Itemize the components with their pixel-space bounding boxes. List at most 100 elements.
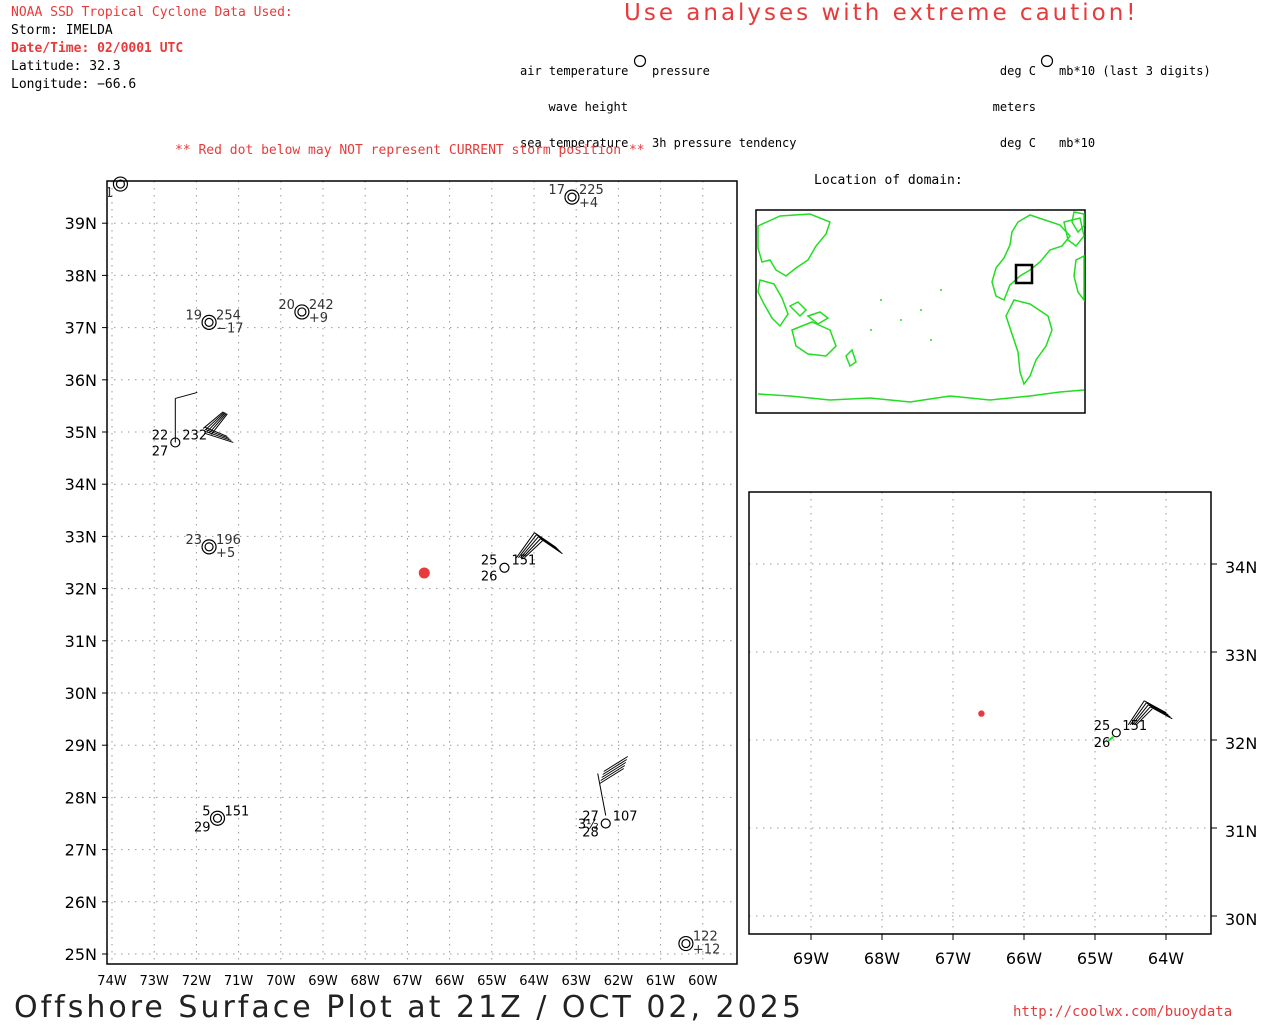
buoy-outer-ring bbox=[678, 935, 694, 952]
buoy-inner-ring bbox=[204, 542, 214, 552]
lat-label: 27N bbox=[65, 841, 97, 860]
legend-station-circle-units bbox=[1040, 54, 1054, 68]
zoom-map-axis-labels: 30N 31N 32N 33N 34N 69W 68W 67W 66W 65W 64W bbox=[793, 558, 1257, 968]
buoy-outer-ring bbox=[564, 189, 580, 205]
lon-label: 73W bbox=[139, 974, 169, 989]
lon-label: 61W bbox=[646, 974, 676, 989]
lon-label: 60W bbox=[688, 974, 718, 989]
station-plot: 23 196+5 bbox=[186, 533, 241, 561]
zoom-wind-barb-feather bbox=[1150, 706, 1173, 720]
lat-label: 33N bbox=[65, 527, 97, 546]
lon-label: 69W bbox=[308, 974, 338, 989]
zoom-lon-label: 64W bbox=[1148, 949, 1184, 968]
storm-position-dot bbox=[418, 567, 430, 579]
lat-label: 34N bbox=[65, 475, 97, 494]
buoy-inner-ring bbox=[204, 317, 214, 327]
lat-label: 36N bbox=[65, 371, 97, 390]
wave-height-value: 3½ bbox=[578, 818, 599, 833]
lon-label: 64W bbox=[519, 974, 549, 989]
lat-label: 32N bbox=[65, 580, 97, 599]
lon-label: 70W bbox=[266, 974, 296, 989]
pressure-tendency-value: +12 bbox=[693, 943, 720, 958]
buoy-outer-ring bbox=[209, 810, 226, 826]
zoom-lon-label: 66W bbox=[1006, 949, 1042, 968]
station-plot: 122+12 bbox=[678, 930, 720, 958]
station-plot: 25 15126 bbox=[481, 532, 563, 585]
lat-label: 30N bbox=[65, 684, 97, 703]
lon-label: 65W bbox=[477, 974, 507, 989]
lon-label: 72W bbox=[182, 974, 212, 989]
main-map-axis-labels: 25N 26N 27N 28N 29N 30N 31N 32N 33N 34N 35N 36N 37N 3… bbox=[65, 214, 718, 989]
sea-temperature-value: 27 bbox=[152, 444, 169, 459]
zoom-lat-label: 34N bbox=[1225, 558, 1257, 577]
buoy-inner-ring bbox=[567, 192, 577, 202]
lat-label: 28N bbox=[65, 788, 97, 807]
zoom-lon-label: 69W bbox=[793, 949, 829, 968]
ship-station-circle bbox=[600, 818, 611, 829]
zoom-wind-barb-feather bbox=[1144, 700, 1167, 714]
pressure-tendency-value: −17 bbox=[216, 321, 243, 336]
buoy-inner-ring bbox=[297, 307, 307, 317]
zoom-lat-label: 31N bbox=[1225, 822, 1257, 841]
lon-label: 68W bbox=[350, 974, 380, 989]
lat-label: 25N bbox=[65, 945, 97, 964]
pressure-value: 107 bbox=[613, 810, 638, 825]
lon-label: 67W bbox=[393, 974, 423, 989]
zoom-lat-label: 33N bbox=[1225, 646, 1257, 665]
plot-canvas: 25N 26N 27N 28N 29N 30N 31N 32N 33N 34N 35N 36N 37N 3… bbox=[65, 54, 1257, 989]
air-temperature-value: 22 bbox=[152, 428, 169, 443]
buoy-outer-ring bbox=[294, 304, 310, 320]
lon-label: 62W bbox=[604, 974, 634, 989]
sea-temperature-value: 26 bbox=[481, 570, 498, 585]
lon-label: 74W bbox=[97, 974, 127, 989]
buoy-outer-ring bbox=[112, 176, 129, 192]
sea-temperature-value: 29 bbox=[194, 820, 211, 835]
zoom-lat-label: 30N bbox=[1225, 910, 1257, 929]
buoy-inner-ring bbox=[681, 938, 691, 949]
zoom-lon-label: 67W bbox=[935, 949, 971, 968]
wind-barb-feather bbox=[540, 538, 563, 555]
zoom-storm-dot bbox=[978, 710, 985, 717]
lon-label: 63W bbox=[561, 974, 591, 989]
lat-label: 39N bbox=[65, 214, 97, 233]
station-plot: 22 232 27 bbox=[152, 391, 234, 459]
lat-label: 37N bbox=[65, 319, 97, 338]
zoom-wind-barb-feather bbox=[1146, 702, 1169, 716]
station-plot: 19 254−17 bbox=[186, 308, 244, 336]
legend-station-circle bbox=[633, 54, 647, 68]
lon-label: 71W bbox=[224, 974, 254, 989]
station-plot: 20 242+9 bbox=[278, 298, 333, 326]
zoom-lon-label: 68W bbox=[864, 949, 900, 968]
lat-label: 38N bbox=[65, 266, 97, 285]
lon-label: 66W bbox=[435, 974, 465, 989]
air-temperature-value: 20 bbox=[278, 298, 295, 313]
pressure-tendency-value: +5 bbox=[216, 546, 235, 561]
station-plot: 17 225+4 bbox=[548, 183, 603, 211]
zoom-wind-barb-feather bbox=[1148, 704, 1171, 718]
buoy-outer-ring bbox=[201, 314, 217, 330]
buoy-outer-ring bbox=[201, 539, 217, 555]
pressure-tendency-value: +4 bbox=[579, 196, 598, 211]
pressure-tendency-value: +9 bbox=[309, 311, 328, 326]
wind-barb-feather bbox=[175, 391, 198, 399]
lat-label: 29N bbox=[65, 736, 97, 755]
lat-label: 31N bbox=[65, 632, 97, 651]
world-inset bbox=[755, 209, 1086, 414]
air-temperature-value: 19 bbox=[186, 308, 203, 323]
station-plot: 5 151 29 bbox=[194, 804, 249, 835]
buoy-inner-ring bbox=[212, 813, 223, 823]
zoom-air-temperature: 25 bbox=[1094, 719, 1111, 734]
ship-station-circle bbox=[499, 562, 510, 573]
air-temperature-value: 25 bbox=[481, 554, 498, 569]
sea-temperature-value: 1 bbox=[105, 186, 113, 201]
wind-barb-feather bbox=[538, 536, 561, 553]
air-temperature-value: 17 bbox=[548, 183, 565, 198]
station-plot: 27 107283½ bbox=[578, 756, 638, 841]
zoom-sea-temperature: 26 bbox=[1094, 736, 1111, 751]
pressure-value: 232 bbox=[182, 428, 207, 443]
zoom-map-station: 25 15126 bbox=[1094, 700, 1173, 751]
air-temperature-value: 23 bbox=[186, 533, 203, 548]
zoom-ship-circle bbox=[1111, 728, 1121, 738]
air-temperature-value: 5 bbox=[202, 804, 210, 819]
pressure-value: 151 bbox=[225, 804, 250, 819]
